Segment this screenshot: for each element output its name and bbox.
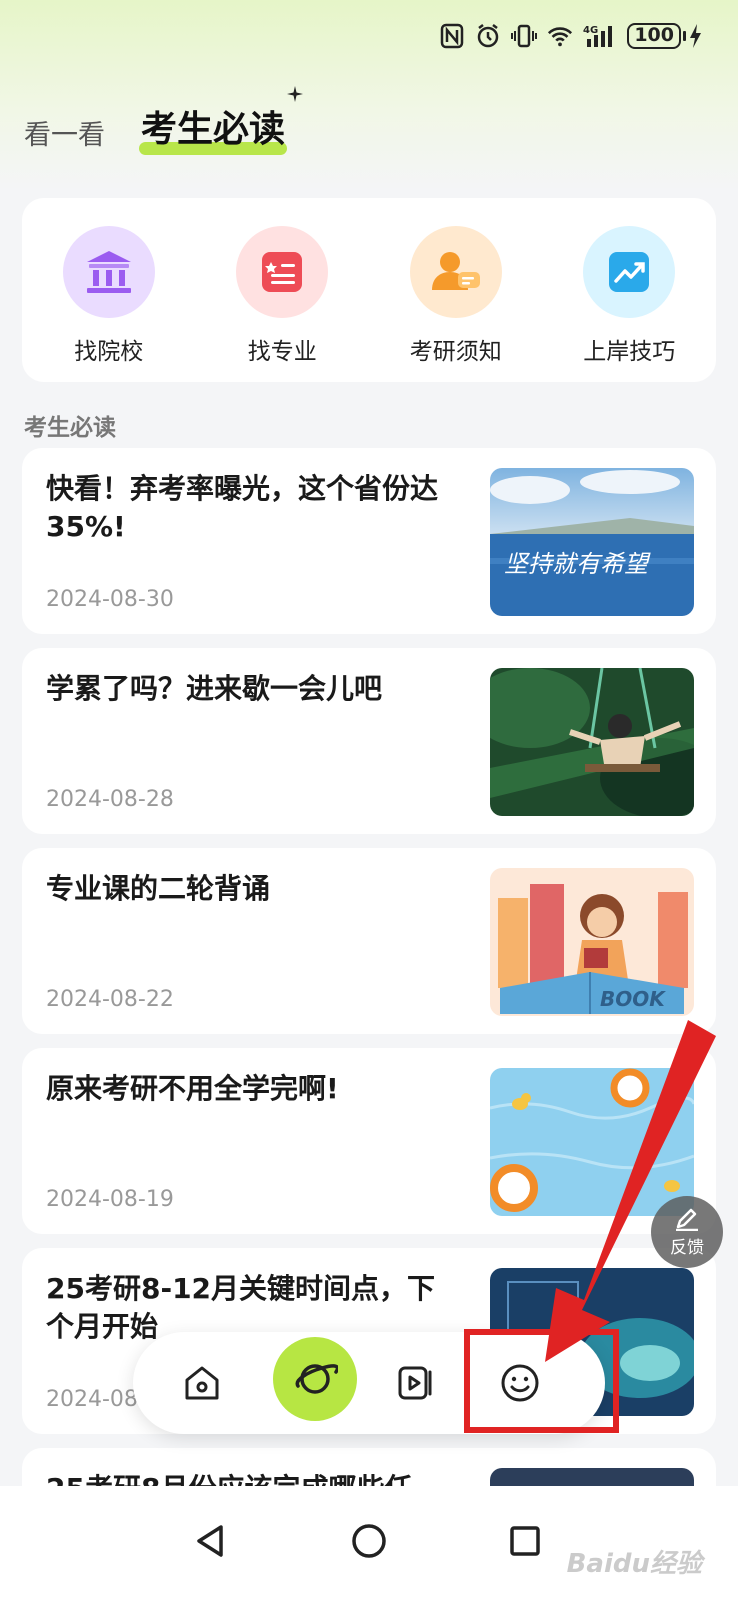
category-exam-notice[interactable]: 考研须知 [381,226,531,382]
article-thumbnail [490,1068,694,1216]
article-title: 原来考研不用全学完啊! [46,1072,339,1105]
back-button[interactable] [186,1516,236,1566]
article-title: 快看！弃考率曝光，这个省份达35%! [46,472,439,543]
thumbnail-caption: BOOK [600,987,666,1011]
university-icon [62,226,155,318]
article-card[interactable]: 快看！弃考率曝光，这个省份达35%! 2024-08-30 坚持就有希望 [22,448,716,634]
home-circle-icon [352,1524,386,1558]
user-chat-icon [409,226,502,318]
vibrate-icon [511,23,538,49]
article-card[interactable]: 专业课的二轮背诵 2024-08-22 BOOK [22,848,716,1034]
article-card[interactable]: 学累了吗？进来歇一会儿吧 2024-08-28 [22,648,716,834]
status-bar: 4G 100 [439,18,702,54]
tab-must-read-label: 考生必读 [141,109,286,150]
home-icon [185,1366,219,1400]
tab-must-read[interactable]: 考生必读 [139,86,304,158]
category-card: 找院校 找专业 考研须知 上岸技巧 [22,198,716,382]
article-card[interactable]: 原来考研不用全学完啊! 2024-08-19 [22,1048,716,1234]
article-title: 学累了吗？进来歇一会儿吧 [46,672,383,705]
feedback-button[interactable]: 反馈 [651,1196,723,1268]
recents-button[interactable] [500,1516,550,1566]
system-nav-bar: Baidu经验 [0,1486,738,1600]
battery-level: 100 [627,23,681,49]
nav-home[interactable] [177,1332,227,1434]
top-tabs: 看一看 考生必读 [24,86,304,158]
tab-look[interactable]: 看一看 [24,113,105,158]
category-label: 找专业 [247,339,317,365]
nav-discover[interactable] [273,1337,357,1421]
annotation-highlight-box [464,1329,619,1433]
article-title: 专业课的二轮背诵 [46,872,271,905]
planet-icon [295,1364,338,1394]
trend-chart-icon [583,226,676,318]
feedback-label: 反馈 [670,1237,704,1258]
article-date: 2024-08-30 [46,587,174,612]
edit-icon [676,1208,698,1231]
category-label: 考研须知 [409,339,502,365]
recents-square-icon [510,1526,540,1556]
nav-video[interactable] [391,1332,441,1434]
section-title: 考生必读 [24,415,116,441]
category-find-school[interactable]: 找院校 [34,226,184,382]
article-thumbnail: 坚持就有希望 [490,468,694,616]
list-document-icon [236,226,329,318]
article-date: 2024-08-28 [46,787,174,812]
signal-4g-icon: 4G [583,23,617,49]
sparkle-icon [287,86,304,102]
wifi-icon [547,23,573,49]
thumbnail-caption: 坚持就有希望 [504,550,651,578]
article-date: 2024-08- [46,1387,146,1412]
back-triangle-icon [197,1525,223,1557]
article-date: 2024-08-19 [46,1187,174,1212]
category-success-tips[interactable]: 上岸技巧 [554,226,704,382]
article-date: 2024-08-22 [46,987,174,1012]
video-icon [398,1366,432,1400]
article-thumbnail: BOOK [490,868,694,1016]
category-find-major[interactable]: 找专业 [207,226,357,382]
charging-icon [690,24,701,48]
article-thumbnail [490,668,694,816]
svg-text:4G: 4G [583,25,598,36]
watermark: Baidu经验 [566,1549,702,1579]
alarm-icon [475,23,501,49]
battery-indicator: 100 [627,23,702,49]
home-button[interactable] [344,1516,394,1566]
category-label: 找院校 [74,339,144,365]
category-label: 上岸技巧 [583,339,676,365]
nfc-icon [439,23,465,49]
